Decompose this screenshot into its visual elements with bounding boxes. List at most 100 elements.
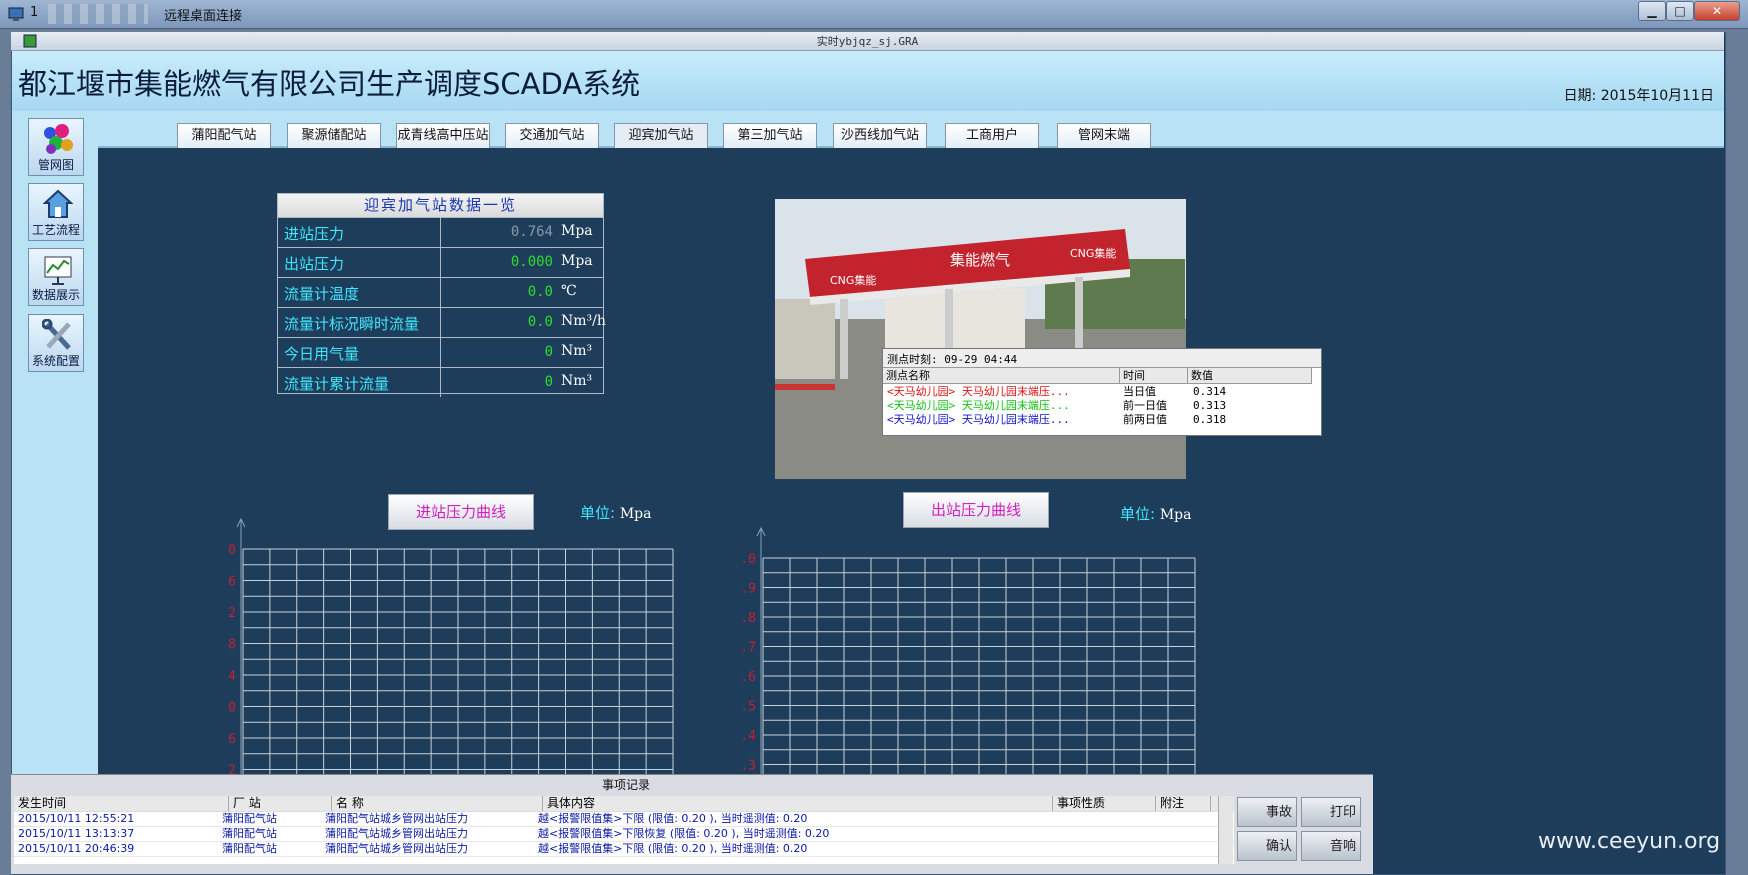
cell-time: 2015/10/11 20:46:39 (18, 842, 135, 855)
tab-yingbin[interactable]: 迎宾加气站 (614, 123, 708, 148)
file-title: 实时ybjqz_sj.GRA (816, 35, 919, 48)
point-value: 0.318 (1193, 413, 1227, 426)
station-photo: CNG集能 集能燃气 CNG集能 (775, 199, 1186, 479)
window-title: 远程桌面连接 (164, 9, 243, 24)
network-map-label: 管网图 (37, 158, 74, 172)
date-label: 日期: 2015年10月11日 (1563, 88, 1714, 104)
point-name: <天马幼儿园> 天马幼儿园末端压... (887, 413, 1070, 426)
tab-guanwang[interactable]: 管网末端 (1057, 123, 1151, 148)
row-value: 0.764 (510, 224, 553, 240)
popup-col-value: 数值 (1188, 368, 1312, 384)
y-tick-label: 4.0 (225, 543, 236, 558)
row-label: 流量计温度 (284, 285, 360, 303)
y-tick-label: 0.6 (740, 670, 756, 685)
y-tick-label: 1.6 (225, 732, 236, 747)
outlet-pressure-chart: 1.0 0.9 0.8 0.7 0.6 0.5 0.4 0.3 (740, 526, 1196, 775)
tab-juyuan[interactable]: 聚源储配站 (287, 123, 381, 148)
row-value: 0 (544, 344, 553, 360)
data-display-label: 数据展示 (31, 288, 80, 302)
system-config-label: 系统配置 (31, 354, 80, 368)
popup-row: <天马幼儿园> 天马幼儿园末端压... 前一日值 0.313 (883, 399, 1321, 412)
system-config-button[interactable]: 系统配置 (28, 314, 84, 372)
sound-button[interactable]: 音响 (1301, 831, 1361, 861)
tab-disan[interactable]: 第三加气站 (723, 123, 817, 148)
tab-shaxi[interactable]: 沙西线加气站 (833, 123, 927, 148)
event-log-title: 事项记录 (601, 778, 650, 792)
close-button[interactable]: ✕ (1694, 1, 1740, 21)
cell-content: 越<报警限值集>下限 (限值: 0.20 ), 当时遥测值: 0.20 (538, 812, 808, 825)
y-tick-label: 2.0 (225, 701, 236, 716)
row-value: 0.000 (510, 254, 553, 270)
maximize-button[interactable]: □ (1666, 1, 1694, 21)
process-flow-button[interactable]: 工艺流程 (28, 183, 84, 241)
page-title: 都江堰市集能燃气有限公司生产调度SCADA系统 (18, 67, 641, 101)
cell-content: 越<报警限值集>下限恢复 (限值: 0.20 ), 当时遥测值: 0.20 (538, 827, 830, 840)
y-tick-label: 3.6 (225, 575, 236, 590)
row-unit: Nm³/h (561, 313, 606, 329)
chart-icon (44, 256, 72, 285)
table-row: 出站压力 0.000 Mpa (278, 247, 603, 277)
canopy-text-right: CNG集能 (1070, 246, 1116, 260)
inlet-pressure-chart: 4.03.63.22.82.42.01.61.2 (225, 517, 674, 775)
table-row: 进站压力 0.764 Mpa (278, 217, 603, 247)
popup-row: <天马幼儿园> 天马幼儿园末端压... 当日值 0.314 (883, 385, 1321, 398)
table-row[interactable]: 2015/10/11 13:13:37 蒲阳配气站 蒲阳配气站城乡管网出站压力 越<报… (14, 827, 1234, 842)
col-time: 发生时间 (14, 796, 229, 811)
data-display-button[interactable]: 数据展示 (28, 248, 84, 306)
row-label: 流量计标况瞬时流量 (284, 315, 420, 333)
event-log-scrollbar[interactable] (1218, 796, 1233, 864)
row-value: 0.0 (527, 284, 553, 300)
col-name: 名 称 (332, 796, 543, 811)
cell-content: 越<报警限值集>下限 (限值: 0.20 ), 当时遥测值: 0.20 (538, 842, 808, 855)
home-icon (42, 189, 74, 218)
event-log-header: 发生时间 厂 站 名 称 具体内容 事项性质 附注 (14, 796, 1234, 811)
table-row[interactable]: 2015/10/11 20:46:39 蒲阳配气站 蒲阳配气站城乡管网出站压力 越<报… (14, 842, 1234, 857)
station-data-table: 迎宾加气站数据一览 进站压力 0.764 Mpa 出站压力 0.000 Mpa 流量计温… (277, 193, 606, 397)
header: 都江堰市集能燃气有限公司生产调度SCADA系统 日期: 2015年10月11日 (12, 51, 1724, 111)
popup-time: 测点时刻: 09-29 04:44 (887, 353, 1018, 366)
tab-jiaotong[interactable]: 交通加气站 (505, 123, 599, 148)
process-flow-label: 工艺流程 (31, 223, 80, 237)
col-nature: 事项性质 (1053, 796, 1156, 811)
y-tick-label: 3.2 (225, 606, 236, 621)
tab-chengqing[interactable]: 成青线高中压站 (396, 123, 490, 148)
measurement-popup: 测点时刻: 09-29 04:44 测点名称 时间 数值 <天马幼儿园> 天马幼… (882, 348, 1322, 436)
popup-col-time: 时间 (1120, 368, 1188, 384)
row-label: 流量计累计流量 (284, 375, 390, 393)
table-row: 流量计温度 0.0 ℃ (278, 277, 603, 307)
gas-station-image: CNG集能 集能燃气 CNG集能 (775, 199, 1186, 479)
y-tick-label: 2.8 (225, 638, 236, 653)
table-title: 迎宾加气站数据一览 (278, 194, 603, 217)
cell-station: 蒲阳配气站 (222, 812, 277, 825)
cell-station: 蒲阳配气站 (222, 827, 277, 840)
accident-button[interactable]: 事故 (1237, 797, 1297, 827)
popup-col-name: 测点名称 (883, 368, 1120, 384)
point-value: 0.314 (1193, 385, 1227, 398)
network-map-button[interactable]: 管网图 (28, 118, 84, 176)
blurred-host-name (48, 4, 148, 24)
tab-puyang[interactable]: 蒲阳配气站 (177, 123, 271, 148)
y-tick-label: 0.3 (740, 759, 756, 774)
cell-name: 蒲阳配气站城乡管网出站压力 (325, 812, 468, 825)
confirm-button[interactable]: 确认 (1237, 831, 1297, 861)
minimize-button[interactable]: ▁ (1638, 1, 1666, 21)
print-button[interactable]: 打印 (1301, 797, 1361, 827)
canopy-text-left: CNG集能 (830, 273, 876, 287)
col-note: 附注 (1156, 796, 1211, 811)
cell-station: 蒲阳配气站 (222, 842, 277, 855)
y-tick-label: 1.0 (740, 552, 756, 567)
tools-icon (42, 319, 71, 350)
point-time: 前两日值 (1123, 413, 1167, 426)
cell-time: 2015/10/11 13:13:37 (18, 827, 135, 840)
point-time: 当日值 (1123, 385, 1156, 398)
point-value: 0.313 (1193, 399, 1227, 412)
remote-desktop-icon (8, 7, 24, 21)
remote-desktop-titlebar: 1 远程桌面连接 ▁ □ ✕ (0, 0, 1748, 29)
tab-gongshang[interactable]: 工商用户 (945, 123, 1039, 148)
y-tick-label: 0.4 (740, 729, 756, 744)
row-unit: Nm³ (561, 373, 593, 389)
table-row[interactable]: 2015/10/11 12:55:21 蒲阳配气站 蒲阳配气站城乡管网出站压力 越<报… (14, 812, 1234, 827)
event-log-list[interactable]: 2015/10/11 12:55:21 蒲阳配气站 蒲阳配气站城乡管网出站压力 越<报… (14, 812, 1234, 864)
row-label: 今日用气量 (284, 345, 360, 363)
window-number: 1 (30, 5, 39, 20)
